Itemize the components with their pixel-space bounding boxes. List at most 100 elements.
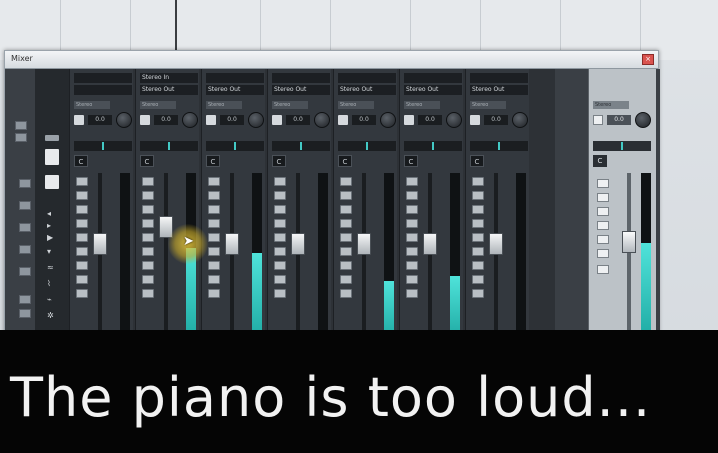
channel-mute-button[interactable]	[274, 177, 286, 186]
channel-gain-knob[interactable]	[512, 112, 528, 128]
route-icon[interactable]: ⌇	[47, 279, 51, 288]
channel-config-dropdown[interactable]: Stereo	[140, 101, 176, 109]
channel-listen-button[interactable]	[76, 205, 88, 214]
keyboard-icon[interactable]	[45, 149, 59, 165]
link-icon[interactable]: ⌁	[47, 295, 52, 304]
channel-write-button[interactable]	[472, 233, 484, 242]
master-write-button[interactable]	[597, 221, 609, 230]
channel-solo-button[interactable]	[406, 191, 418, 200]
channel-record-button[interactable]	[472, 289, 484, 298]
channel-gain-knob[interactable]	[380, 112, 396, 128]
channel-mute-button[interactable]	[472, 177, 484, 186]
channel-pan-bar[interactable]	[272, 141, 330, 151]
channel-config-dropdown[interactable]: Stereo	[272, 101, 308, 109]
channel-insert-button[interactable]	[406, 261, 418, 270]
window-titlebar[interactable]: Mixer ×	[5, 51, 658, 69]
channel-gain-knob[interactable]	[182, 112, 198, 128]
channel-listen-button[interactable]	[472, 205, 484, 214]
channel-listen-button[interactable]	[142, 205, 154, 214]
output-routing-label[interactable]: Stereo Out	[140, 85, 198, 95]
arrow-icon[interactable]: ▸	[47, 221, 51, 230]
master-fader[interactable]	[622, 230, 636, 253]
channel-pan-bar[interactable]	[338, 141, 396, 151]
channel-listen-button[interactable]	[274, 205, 286, 214]
input-routing-label[interactable]: Stereo In	[140, 73, 198, 83]
output-routing-label[interactable]: Stereo Out	[404, 85, 462, 95]
wave-icon[interactable]: ≈	[47, 263, 54, 272]
channel-read-button[interactable]	[142, 219, 154, 228]
master-read-button[interactable]	[597, 207, 609, 216]
input-routing-label[interactable]	[206, 73, 264, 83]
channel-insert-button[interactable]	[340, 261, 352, 270]
output-routing-label[interactable]: Stereo Out	[272, 85, 330, 95]
input-routing-label[interactable]	[74, 73, 132, 83]
channel-monitor-button[interactable]	[340, 275, 352, 284]
channel-insert-button[interactable]	[76, 261, 88, 270]
master-solo-button[interactable]	[597, 193, 609, 202]
channel-monitor-button[interactable]	[76, 275, 88, 284]
view-button[interactable]	[19, 201, 31, 210]
filter-icon[interactable]: ▾	[47, 247, 51, 256]
channel-insert-button[interactable]	[208, 261, 220, 270]
channel-mute-button[interactable]	[142, 177, 154, 186]
channel-read-button[interactable]	[472, 219, 484, 228]
panel-toggle-button[interactable]	[15, 121, 27, 130]
channel-solo-button[interactable]	[208, 191, 220, 200]
channel-record-button[interactable]	[142, 289, 154, 298]
channel-insert-button[interactable]	[142, 261, 154, 270]
master-monitor-button[interactable]	[597, 265, 609, 274]
channel-edit-button[interactable]	[74, 115, 84, 125]
channel-pan-bar[interactable]	[206, 141, 264, 151]
channel-pan-bar[interactable]	[470, 141, 528, 151]
close-icon[interactable]: ×	[642, 54, 654, 65]
channel-solo-button[interactable]	[142, 191, 154, 200]
view-button[interactable]	[19, 179, 31, 188]
settings-icon[interactable]: ✲	[47, 311, 54, 320]
grid-icon[interactable]	[45, 175, 59, 189]
view-button[interactable]	[19, 245, 31, 254]
view-button[interactable]	[19, 295, 31, 304]
channel-write-button[interactable]	[340, 233, 352, 242]
input-routing-label[interactable]	[404, 73, 462, 83]
master-insert-button[interactable]	[597, 249, 609, 258]
channel-mute-button[interactable]	[340, 177, 352, 186]
channel-monitor-button[interactable]	[208, 275, 220, 284]
channel-solo-button[interactable]	[274, 191, 286, 200]
channel-mute-button[interactable]	[208, 177, 220, 186]
view-button[interactable]	[19, 223, 31, 232]
view-button[interactable]	[19, 309, 31, 318]
channel-fader[interactable]	[357, 233, 371, 256]
channel-gain-knob[interactable]	[248, 112, 264, 128]
channel-record-button[interactable]	[340, 289, 352, 298]
channel-fader[interactable]	[225, 233, 239, 256]
channel-config-dropdown[interactable]: Stereo	[404, 101, 440, 109]
channel-config-dropdown[interactable]: Stereo	[74, 101, 110, 109]
channel-edit-button[interactable]	[470, 115, 480, 125]
panel-toggle-button[interactable]	[15, 133, 27, 142]
channel-mute-button[interactable]	[76, 177, 88, 186]
channel-edit-channel-button[interactable]	[472, 247, 484, 256]
channel-edit-channel-button[interactable]	[340, 247, 352, 256]
channel-fader[interactable]	[423, 233, 437, 256]
channel-read-button[interactable]	[208, 219, 220, 228]
channel-gain-knob[interactable]	[116, 112, 132, 128]
channel-pan-bar[interactable]	[140, 141, 198, 151]
output-routing-label[interactable]: Stereo Out	[338, 85, 396, 95]
channel-record-button[interactable]	[76, 289, 88, 298]
channel-mute-button[interactable]	[406, 177, 418, 186]
channel-edit-button[interactable]	[272, 115, 282, 125]
channel-config-dropdown[interactable]: Stereo	[338, 101, 374, 109]
output-routing-label[interactable]: Stereo Out	[470, 85, 528, 95]
channel-write-button[interactable]	[142, 233, 154, 242]
channel-monitor-button[interactable]	[406, 275, 418, 284]
output-routing-label[interactable]: Stereo Out	[206, 85, 264, 95]
channel-monitor-button[interactable]	[274, 275, 286, 284]
channel-solo-button[interactable]	[340, 191, 352, 200]
channel-read-button[interactable]	[340, 219, 352, 228]
channel-edit-button[interactable]	[404, 115, 414, 125]
channel-pan-bar[interactable]	[74, 141, 132, 151]
master-pan-bar[interactable]	[593, 141, 651, 151]
input-routing-label[interactable]	[272, 73, 330, 83]
master-edit-button[interactable]	[593, 115, 603, 125]
channel-edit-button[interactable]	[338, 115, 348, 125]
